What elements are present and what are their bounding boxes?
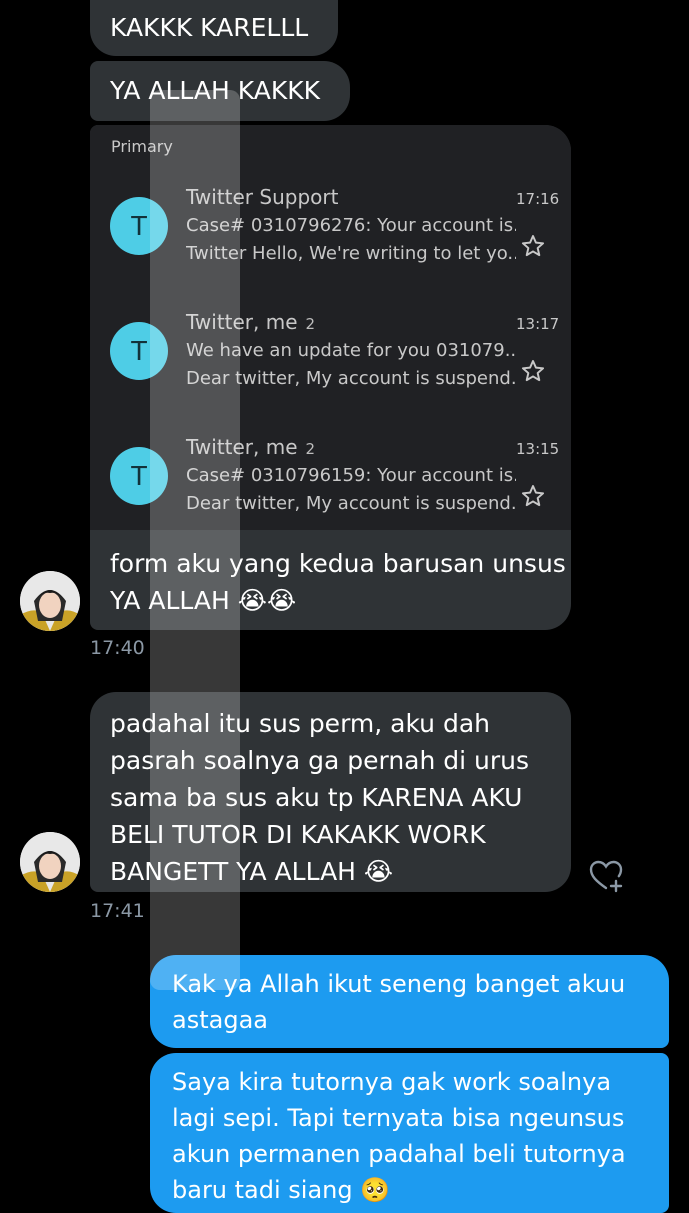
message-text: KAKKK KARELLL bbox=[110, 13, 309, 42]
avatar[interactable] bbox=[20, 832, 80, 892]
message-text-line: BANGETT YA ALLAH 😭 bbox=[110, 857, 394, 886]
message-bubble-kakkk[interactable]: KAKKK KARELLL bbox=[90, 0, 338, 56]
email-snippet: Dear twitter, My account is suspend... bbox=[186, 493, 516, 514]
email-time: 13:15 bbox=[516, 440, 560, 458]
message-text: YA ALLAH KAKKK bbox=[110, 76, 320, 105]
email-sender: Twitter, me 2 bbox=[186, 310, 315, 334]
message-timestamp: 17:40 bbox=[90, 637, 145, 659]
email-item[interactable]: T Twitter, me 2 13:17 We have an update f… bbox=[110, 310, 560, 420]
message-text-line: Kak ya Allah ikut seneng banget akuu bbox=[172, 970, 626, 998]
message-text-line: YA ALLAH 😭😭 bbox=[110, 586, 297, 615]
email-sender: Twitter, me 2 bbox=[186, 435, 315, 459]
heart-add-icon[interactable] bbox=[586, 855, 626, 895]
email-snippet: Dear twitter, My account is suspend... bbox=[186, 368, 516, 389]
email-thread-count: 2 bbox=[305, 315, 316, 333]
message-bubble-ya-allah[interactable]: YA ALLAH KAKKK bbox=[90, 61, 350, 121]
sender-avatar: T bbox=[110, 197, 168, 255]
email-item[interactable]: T Twitter Support 17:16 Case# 0310796276… bbox=[110, 185, 560, 295]
message-text-line: sama ba sus aku tp KARENA AKU bbox=[110, 783, 523, 812]
message-text-line: pasrah soalnya ga pernah di urus bbox=[110, 746, 530, 775]
star-icon[interactable] bbox=[520, 483, 546, 509]
message-text-line: form aku yang kedua barusan unsus bbox=[110, 549, 566, 578]
email-subject: Case# 0310796276: Your account is... bbox=[186, 215, 516, 236]
message-text-line: Saya kira tutornya gak work soalnya bbox=[172, 1068, 612, 1096]
message-text-line: padahal itu sus perm, aku dah bbox=[110, 709, 491, 738]
message-text-line: astagaa bbox=[172, 1006, 268, 1034]
inbox-section-label: Primary bbox=[111, 137, 173, 156]
avatar[interactable] bbox=[20, 571, 80, 631]
email-sender-name: Twitter, me bbox=[186, 435, 298, 459]
email-time: 13:17 bbox=[516, 315, 560, 333]
message-text-line: baru tadi siang 🥺 bbox=[172, 1176, 391, 1204]
outgoing-message-bubble[interactable]: Saya kira tutornya gak work soalnya lagi… bbox=[150, 1053, 669, 1213]
email-sender-name: Twitter Support bbox=[186, 185, 339, 209]
email-item[interactable]: T Twitter, me 2 13:15 Case# 0310796159: Y… bbox=[110, 435, 560, 545]
avatar-image bbox=[20, 571, 80, 631]
message-caption: form aku yang kedua barusan unsus YA ALL… bbox=[110, 545, 566, 619]
message-text-line: akun permanen padahal beli tutornya bbox=[172, 1140, 626, 1168]
email-subject: Case# 0310796159: Your account is... bbox=[186, 465, 516, 486]
message-text-line: lagi sepi. Tapi ternyata bisa ngeunsus bbox=[172, 1104, 625, 1132]
image-message-bubble[interactable]: Primary T Twitter Support 17:16 Case# 03… bbox=[90, 125, 571, 630]
sender-avatar: T bbox=[110, 447, 168, 505]
sender-avatar: T bbox=[110, 322, 168, 380]
message-text-line: BELI TUTOR DI KAKAKK WORK bbox=[110, 820, 486, 849]
star-icon[interactable] bbox=[520, 358, 546, 384]
email-thread-count: 2 bbox=[305, 440, 316, 458]
star-icon[interactable] bbox=[520, 233, 546, 259]
outgoing-message-bubble[interactable]: Kak ya Allah ikut seneng banget akuu ast… bbox=[150, 955, 669, 1048]
email-sender: Twitter Support bbox=[186, 185, 346, 209]
message-bubble-padahal[interactable]: padahal itu sus perm, aku dah pasrah soa… bbox=[90, 692, 571, 892]
email-subject: We have an update for you 031079... bbox=[186, 340, 516, 361]
inbox-screenshot[interactable]: Primary T Twitter Support 17:16 Case# 03… bbox=[90, 125, 571, 530]
message-timestamp: 17:41 bbox=[90, 900, 145, 922]
email-sender-name: Twitter, me bbox=[186, 310, 298, 334]
email-time: 17:16 bbox=[516, 190, 560, 208]
email-snippet: Twitter Hello, We're writing to let yo..… bbox=[186, 243, 516, 264]
avatar-image bbox=[20, 832, 80, 892]
